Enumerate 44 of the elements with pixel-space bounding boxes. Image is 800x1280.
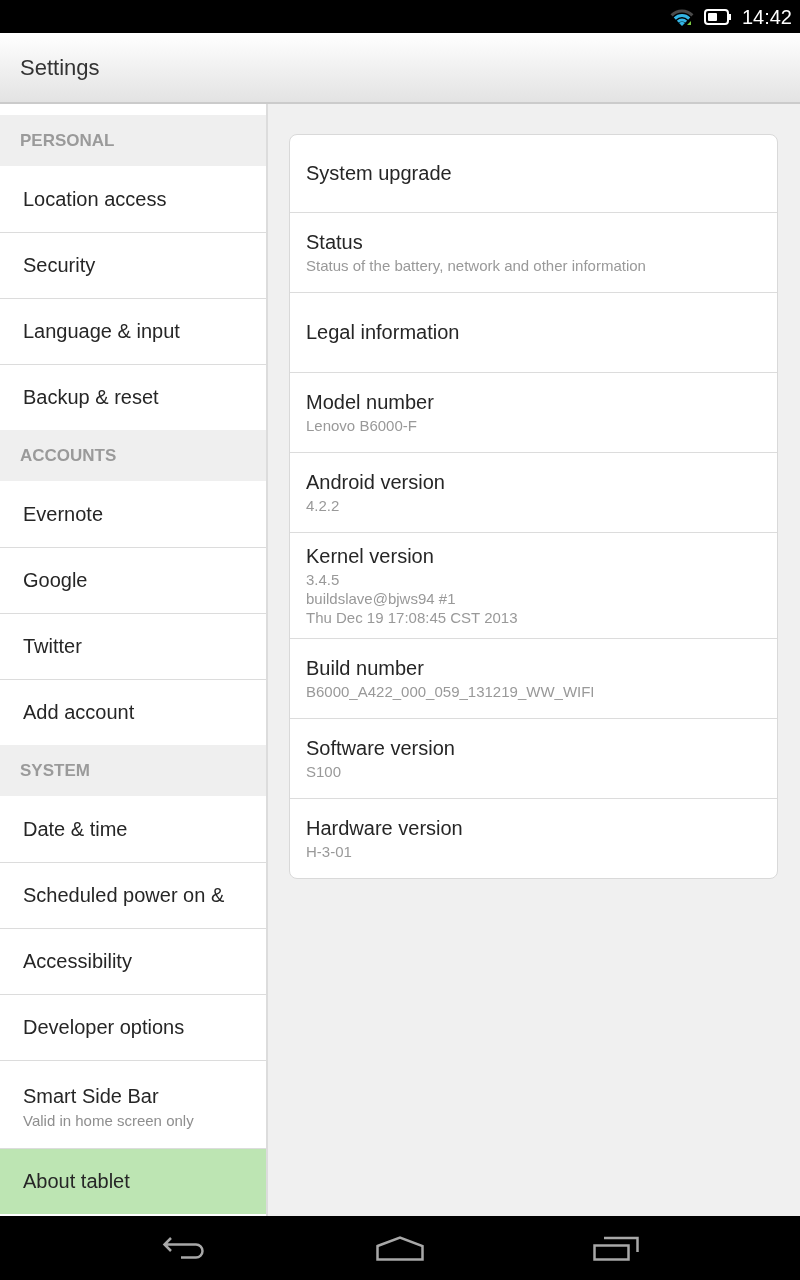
item-title[interactable]: Hardware version xyxy=(306,816,463,841)
item-summary: S100 xyxy=(306,762,342,781)
item-label: Google xyxy=(23,569,89,592)
item-label: Date & time xyxy=(23,817,129,841)
item-summary: Valid in home screen only xyxy=(23,1111,195,1129)
item-title[interactable]: Android version xyxy=(306,470,445,495)
item-label: Smart Side Bar xyxy=(23,1084,160,1108)
item-label: Security xyxy=(23,254,97,277)
section-header: ACCOUNTS xyxy=(0,430,266,481)
section-header: PERSONAL xyxy=(0,115,266,166)
item-summary: Lenovo B6000-F xyxy=(306,416,417,435)
wifi-icon xyxy=(669,7,694,26)
item-summary: 4.2.2 xyxy=(306,496,340,515)
item-label: Accessibility xyxy=(23,950,133,973)
item-label: Evernote xyxy=(23,502,105,526)
item-summary: 3.4.5 xyxy=(306,570,340,589)
item-label: Backup & reset xyxy=(23,386,160,409)
battery-icon xyxy=(703,8,732,25)
item-label: Developer options xyxy=(23,1016,186,1039)
item-summary: Thu Dec 19 17:08:45 CST 2013 xyxy=(306,608,518,627)
sidebar-item[interactable]: About tablet xyxy=(0,1148,266,1214)
screen-title: Settings xyxy=(20,54,100,81)
home-icon[interactable] xyxy=(376,1235,424,1261)
item-summary: H-3-01 xyxy=(306,842,352,861)
item-title[interactable]: Kernel version xyxy=(306,544,434,569)
item-label: Location access xyxy=(23,187,168,211)
recent-apps-icon[interactable] xyxy=(593,1235,639,1261)
item-title[interactable]: System upgrade xyxy=(306,161,452,186)
back-icon[interactable] xyxy=(162,1236,206,1260)
item-summary: B6000_A422_000_059_131219_WW_WIFI xyxy=(306,682,595,701)
item-label: Language & input xyxy=(23,320,181,343)
item-label: About tablet xyxy=(23,1170,131,1193)
item-label: Twitter xyxy=(23,635,83,658)
item-title[interactable]: Legal information xyxy=(306,320,460,345)
item-summary: Status of the battery, network and other information xyxy=(306,256,646,275)
item-label: Scheduled power on & xyxy=(23,884,226,907)
item-title[interactable]: Model number xyxy=(306,390,434,415)
item-title[interactable]: Status xyxy=(306,230,363,255)
item-label: Add account xyxy=(23,701,136,724)
item-title[interactable]: Software version xyxy=(306,736,455,761)
clock-time: 14:42 xyxy=(741,4,792,29)
item-title[interactable]: Build number xyxy=(306,656,424,681)
section-header: SYSTEM xyxy=(0,745,266,796)
item-summary: buildslave@bjws94 #1 xyxy=(306,589,456,608)
